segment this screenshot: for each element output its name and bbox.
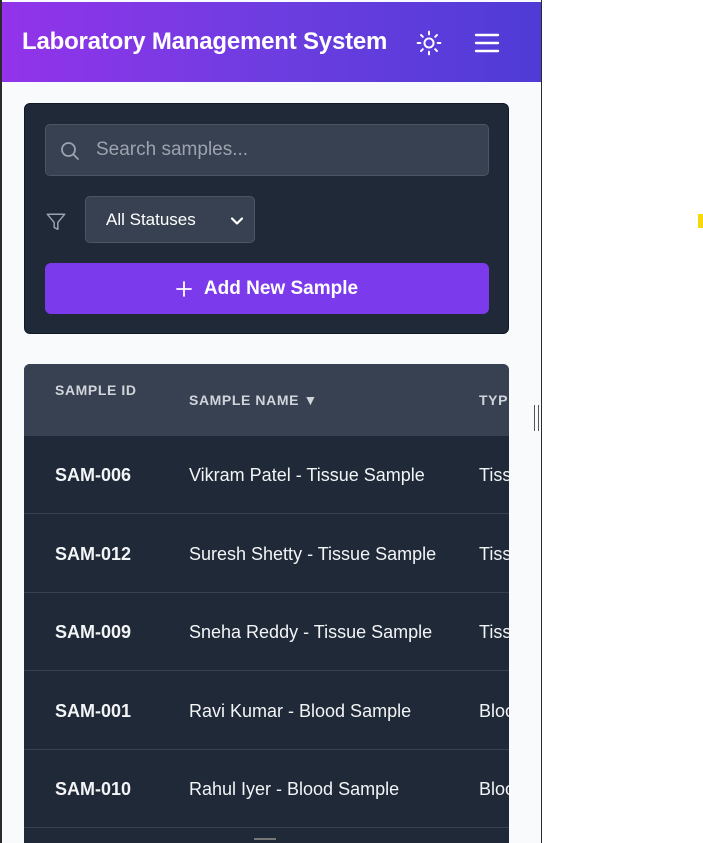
table-row[interactable]: SAM-012 Suresh Shetty - Tissue Sample Ti… [24,515,509,593]
cell-sample-type: Tissu [479,622,509,642]
controls-panel: All Statuses Add New Sample [24,103,509,334]
cell-sample-type: Blood [479,701,509,721]
pane-resize-handle[interactable] [534,405,539,431]
cell-sample-name: Rahul Iyer - Blood Sample [189,779,400,799]
column-header-type[interactable]: TYP [479,390,508,410]
highlight-marker [698,214,703,228]
hamburger-menu-icon[interactable] [471,27,503,59]
cell-sample-id: SAM-006 [55,465,132,485]
add-new-sample-label: Add New Sample [203,277,359,299]
cell-sample-id: SAM-001 [55,701,132,721]
cell-sample-type: Tissu [479,544,509,564]
plus-icon [176,280,192,297]
cell-sample-type: Blood [479,779,509,799]
cell-sample-id: SAM-010 [55,779,132,799]
cell-sample-id: SAM-012 [55,544,132,564]
status-filter-select[interactable]: All Statuses [85,196,255,243]
search-icon [60,141,80,161]
search-box[interactable] [45,124,489,176]
cell-sample-name: Suresh Shetty - Tissue Sample [189,544,437,564]
cell-sample-name: Ravi Kumar - Blood Sample [189,701,412,721]
column-header-sample-name[interactable]: SAMPLE NAME ▼ [189,390,318,410]
cell-sample-name: Vikram Patel - Tissue Sample [189,465,425,485]
table-row[interactable]: SAM-009 Sneha Reddy - Tissue Sample Tiss… [24,593,509,671]
add-new-sample-button[interactable]: Add New Sample [45,263,489,314]
cell-sample-id: SAM-009 [55,622,132,642]
column-header-sample-id[interactable]: SAMPLE ID [55,380,145,400]
sun-icon[interactable] [415,29,443,57]
app-window: Laboratory Management System Search samp… [0,0,542,843]
status-filter-value: All Statuses [106,209,196,229]
search-input[interactable] [96,139,476,161]
app-title: Laboratory Management System [22,28,388,55]
samples-table: SAMPLE ID SAMPLE NAME ▼ TYP SAM-006 Vikr… [24,364,509,843]
cell-sample-type: Tissu [479,465,509,485]
table-row[interactable]: SAM-001 Ravi Kumar - Blood Sample Blood [24,672,509,750]
filter-icon [45,211,67,233]
table-row[interactable]: SAM-010 Rahul Iyer - Blood Sample Blood [24,750,509,828]
app-header: Laboratory Management System [2,2,541,82]
chevron-down-icon [230,213,244,227]
bottom-resize-handle[interactable] [254,838,276,840]
cell-sample-name: Sneha Reddy - Tissue Sample [189,622,433,642]
table-row[interactable]: SAM-006 Vikram Patel - Tissue Sample Tis… [24,436,509,514]
table-header: SAMPLE ID SAMPLE NAME ▼ TYP [24,364,509,436]
